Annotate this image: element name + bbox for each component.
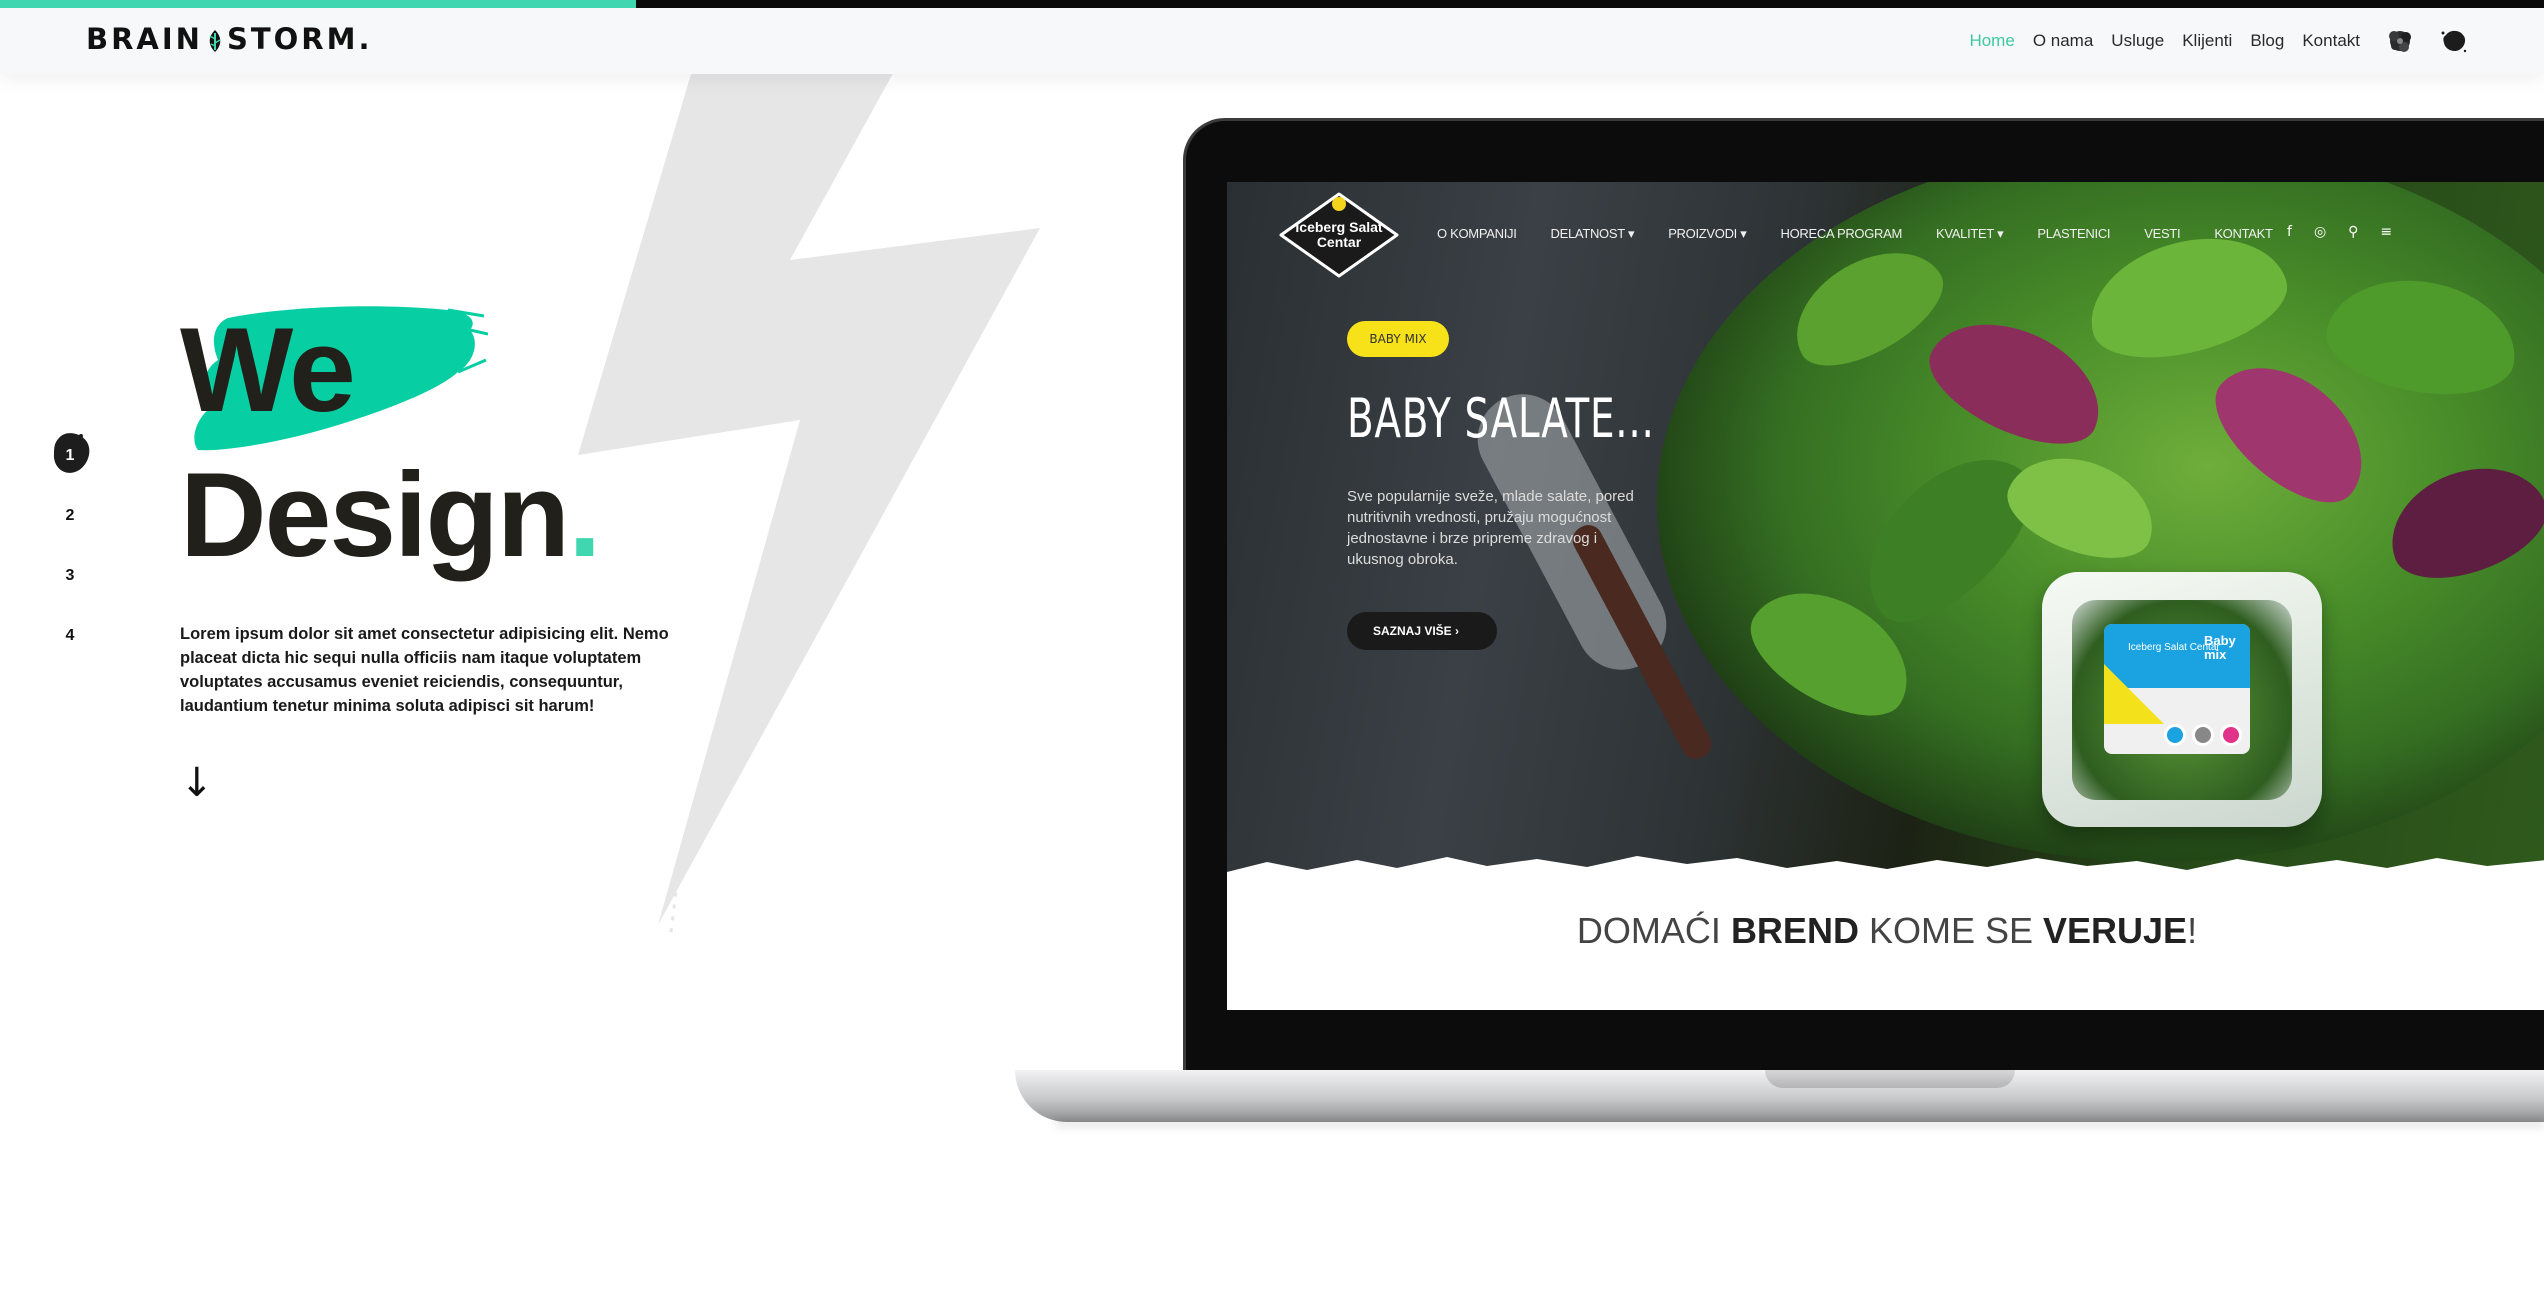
nav-kontakt[interactable]: Kontakt xyxy=(2302,31,2360,51)
flower-blob-icon[interactable] xyxy=(2386,27,2414,55)
package-label: Iceberg Salat Centar Baby mix xyxy=(2104,624,2250,754)
showcase-menu-item[interactable]: KONTAKT xyxy=(2214,226,2273,242)
logo-leaf-icon xyxy=(204,29,226,52)
showcase-icons: f ◎ ⚲ ≡ xyxy=(2287,224,2414,240)
slide-indicator: 1 2 3 4 xyxy=(50,426,90,666)
hero-body-text: Lorem ipsum dolor sit amet consectetur a… xyxy=(180,625,669,715)
showcase-menu-item[interactable]: HORECA PROGRAM xyxy=(1781,226,1903,242)
laptop-mockup: Iceberg Salat Centar O KOMPANIJI DELATNO… xyxy=(1015,118,2544,1128)
laptop-shadow xyxy=(1055,1118,2544,1128)
showcase-menu-item[interactable]: VESTI xyxy=(2144,226,2180,242)
page: { "progress": { "value": 0.25, "color": … xyxy=(0,0,2544,1304)
showcase-site-nav: Iceberg Salat Centar O KOMPANIJI DELATNO… xyxy=(1227,182,2544,292)
package-label-stripe xyxy=(2104,664,2164,724)
hero-headline-we: We xyxy=(180,303,356,437)
scroll-progress-bar xyxy=(0,0,2544,8)
nav-klijenti[interactable]: Klijenti xyxy=(2182,31,2232,51)
search-icon[interactable]: ⚲ xyxy=(2348,224,2358,240)
brainstorm-logo[interactable]: BRAIN STORM. xyxy=(86,22,372,56)
slide-dot-2[interactable]: 2 xyxy=(50,486,90,546)
showcase-menu: O KOMPANIJI DELATNOST ▾ PROIZVODI ▾ HORE… xyxy=(1437,226,2307,242)
showcase-hero-image: Iceberg Salat Centar O KOMPANIJI DELATNO… xyxy=(1227,182,2544,882)
showcase-slogan: DOMAĆI BREND KOME SE VERUJE! xyxy=(1576,910,2198,951)
iceberg-logo-text: Iceberg Salat Centar xyxy=(1295,219,1383,250)
showcase-menu-item[interactable]: PLASTENICI xyxy=(2037,226,2110,242)
package-label-text: Baby mix xyxy=(2204,633,2236,662)
accent-dot: . xyxy=(568,448,601,582)
scroll-down-arrow-icon[interactable]: ↓ xyxy=(180,760,214,806)
lightning-bolt-decoration xyxy=(578,10,1040,941)
nav-home[interactable]: Home xyxy=(1969,31,2014,51)
nav-usluge[interactable]: Usluge xyxy=(2111,31,2164,51)
slide-dot-3[interactable]: 3 xyxy=(50,546,90,606)
nav-blog[interactable]: Blog xyxy=(2250,31,2284,51)
showcase-title: BABY SALATE... xyxy=(1347,387,1655,450)
laptop-screen: Iceberg Salat Centar O KOMPANIJI DELATNO… xyxy=(1227,182,2544,1010)
water-drop-icon xyxy=(2164,724,2186,746)
torn-paper-edge xyxy=(1227,856,2544,882)
showcase-menu-item[interactable]: DELATNOST ▾ xyxy=(1551,226,1635,242)
baby-mix-badge: BABY MIX xyxy=(1347,321,1449,357)
scroll-progress-fill xyxy=(0,0,636,8)
hero-headline-design: Design. xyxy=(180,448,601,582)
showcase-menu-item[interactable]: O KOMPANIJI xyxy=(1437,226,1517,242)
showcase-menu-item[interactable]: KVALITET ▾ xyxy=(1936,226,2004,242)
main-nav: Home O nama Usluge Klijenti Blog Kontakt xyxy=(1951,8,2468,74)
salad-package-image: Iceberg Salat Centar Baby mix xyxy=(2042,572,2322,827)
showcase-menu-item[interactable]: PROIZVODI ▾ xyxy=(1668,226,1747,242)
ink-blob-icon[interactable] xyxy=(2440,27,2468,55)
instagram-icon[interactable]: ◎ xyxy=(2314,224,2326,240)
slide-dot-4[interactable]: 4 xyxy=(50,606,90,666)
site-header: BRAIN STORM. Home O nama Usluge Klijenti … xyxy=(0,8,2544,74)
hamburger-menu-icon[interactable]: ≡ xyxy=(2380,224,2392,240)
laptop-notch xyxy=(1765,1070,2015,1088)
heart-icon xyxy=(2220,724,2242,746)
logo-text-left: BRAIN xyxy=(86,22,203,56)
package-badges xyxy=(2164,724,2248,746)
showcase-description: Sve popularnije sveže, mlade salate, por… xyxy=(1347,488,1634,568)
saznaj-vise-button[interactable]: SAZNAJ VIŠE › xyxy=(1347,612,1497,650)
leaf-badge-icon xyxy=(2192,724,2214,746)
slide-dot-1[interactable]: 1 xyxy=(50,426,90,486)
facebook-icon[interactable]: f xyxy=(2287,224,2292,240)
nav-o-nama[interactable]: O nama xyxy=(2033,31,2093,51)
logo-text-right: STORM. xyxy=(226,22,373,56)
